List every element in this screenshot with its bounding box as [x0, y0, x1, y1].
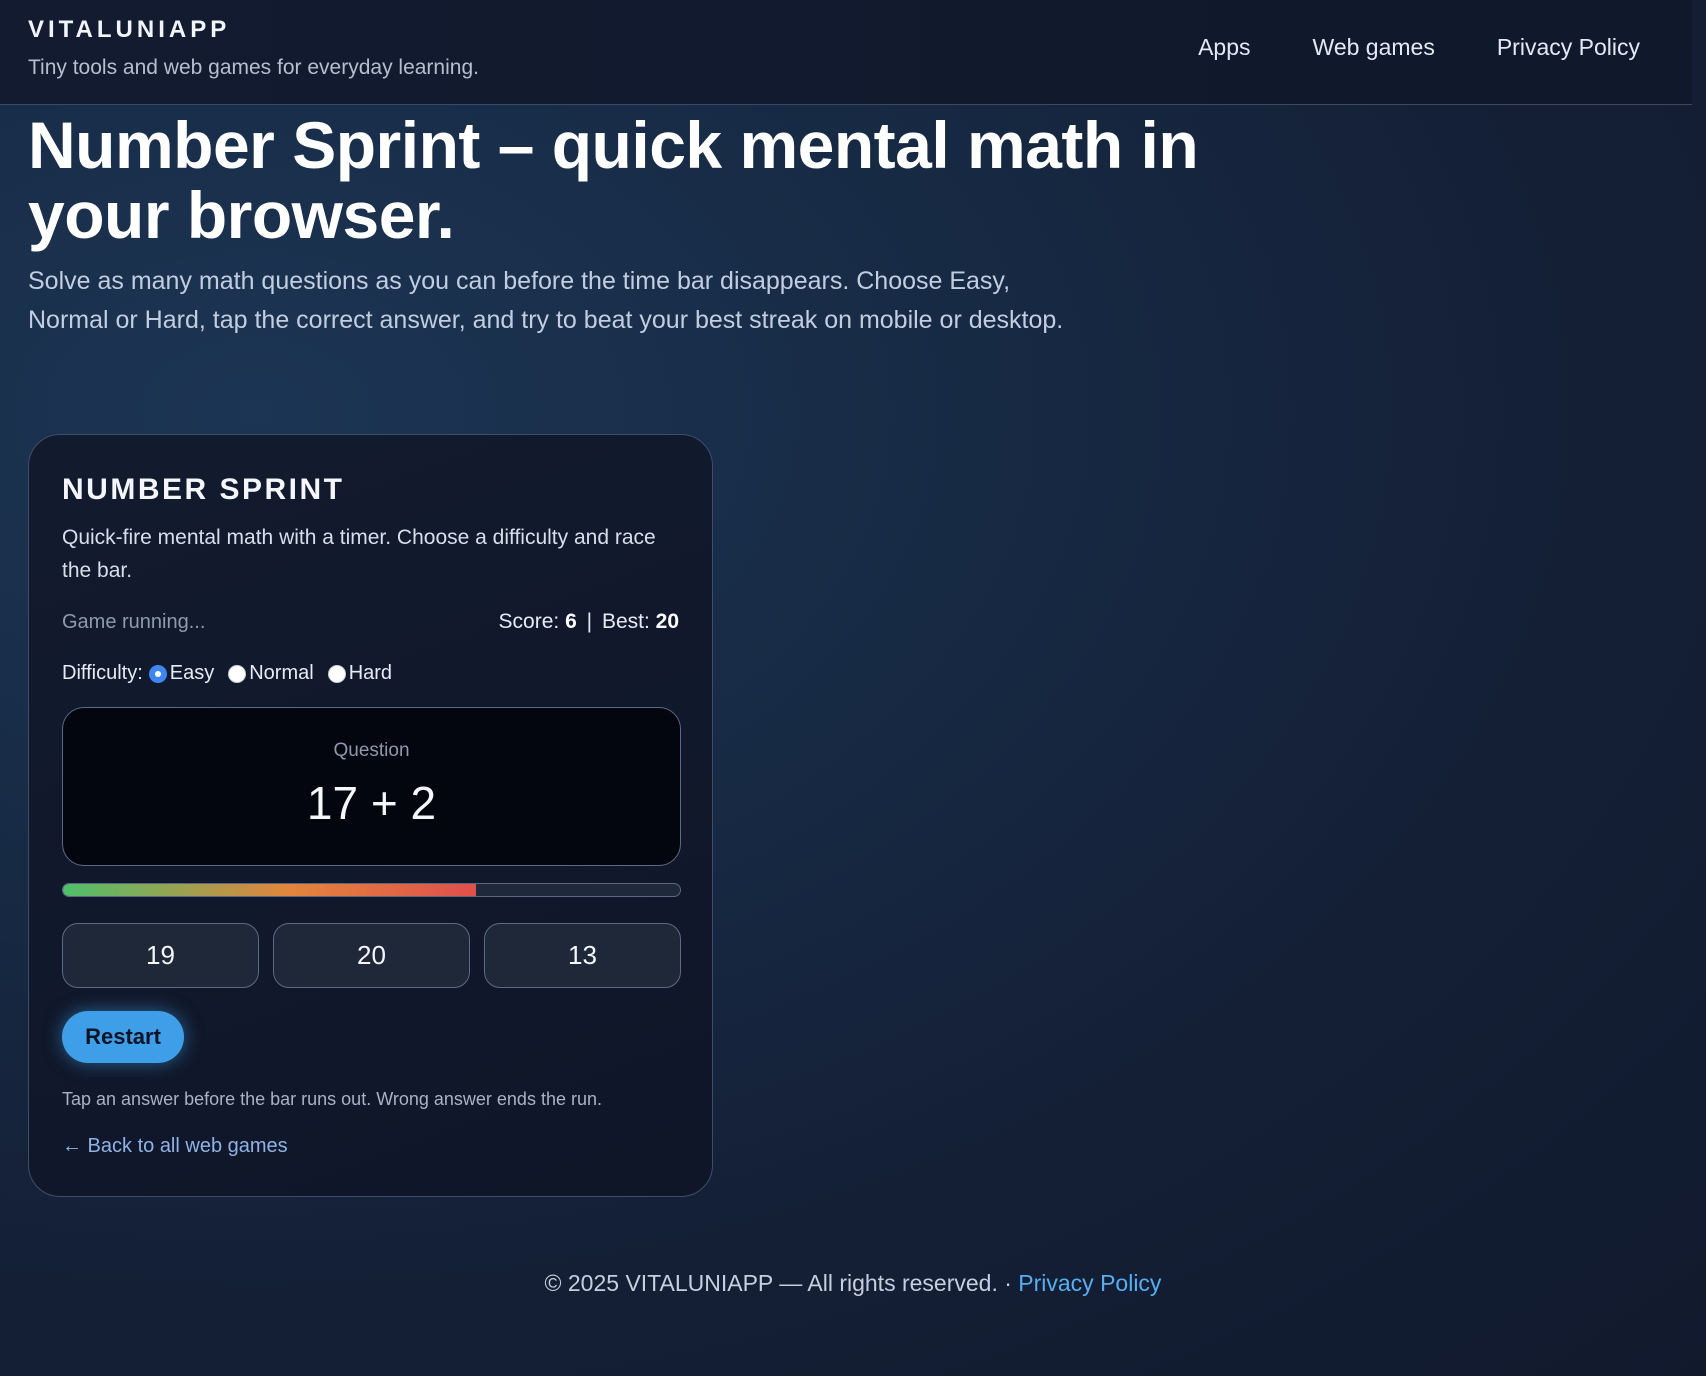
score-display: Score: 6 | Best: 20: [499, 610, 679, 634]
difficulty-option-hard[interactable]: Hard: [327, 662, 393, 685]
brand-tagline: Tiny tools and web games for everyday le…: [28, 56, 479, 79]
game-title: NUMBER SPRINT: [62, 473, 345, 506]
back-to-games-link[interactable]: ← Back to all web games: [62, 1135, 288, 1158]
game-status: Game running...: [62, 611, 206, 633]
site-footer: © 2025 VITALUNIAPP — All rights reserved…: [0, 1270, 1706, 1297]
answer-button[interactable]: 13: [484, 923, 681, 988]
difficulty-label: Difficulty:: [62, 662, 143, 684]
game-hint: Tap an answer before the bar runs out. W…: [62, 1089, 602, 1109]
question-panel: Question 17 + 2: [62, 707, 681, 866]
difficulty-option-label: Normal: [249, 662, 314, 684]
nav-link-apps[interactable]: Apps: [1198, 34, 1250, 61]
nav-link-web-games[interactable]: Web games: [1313, 34, 1435, 61]
footer-privacy-link[interactable]: Privacy Policy: [1018, 1270, 1161, 1296]
question-label: Question: [333, 740, 410, 761]
page-description: Solve as many math questions as you can …: [28, 267, 1064, 334]
answer-button[interactable]: 20: [273, 923, 470, 988]
difficulty-option-normal[interactable]: Normal: [228, 662, 314, 685]
difficulty-option-label: Hard: [348, 662, 393, 684]
difficulty-option-label: Easy: [169, 662, 215, 684]
page-title: Number Sprint – quick mental math in you…: [28, 108, 1199, 252]
score-label: Score:: [498, 610, 560, 633]
score-separator: |: [586, 610, 593, 633]
site-header: VITALUNIAPP Tiny tools and web games for…: [0, 0, 1692, 105]
best-value: 20: [655, 610, 679, 633]
restart-button[interactable]: Restart: [62, 1011, 184, 1063]
game-card: NUMBER SPRINT Quick-fire mental math wit…: [28, 434, 713, 1197]
best-label: Best:: [601, 610, 650, 633]
answer-options: 19 20 13: [62, 923, 681, 988]
radio-easy[interactable]: [148, 664, 167, 683]
timer-bar-fill: [63, 884, 477, 896]
radio-hard[interactable]: [327, 664, 346, 683]
main-nav: Apps Web games Privacy Policy: [1198, 34, 1640, 61]
copyright-text: © 2025 VITALUNIAPP — All rights reserved…: [544, 1270, 1012, 1296]
question-text: 17 + 2: [306, 777, 437, 829]
game-description: Quick-fire mental math with a timer. Cho…: [62, 526, 656, 582]
timer-bar: [62, 883, 681, 897]
difficulty-option-easy[interactable]: Easy: [148, 662, 215, 685]
nav-link-privacy-policy[interactable]: Privacy Policy: [1497, 34, 1640, 61]
score-value: 6: [565, 610, 577, 633]
difficulty-selector: Difficulty: Easy Normal Hard: [62, 662, 406, 685]
radio-normal[interactable]: [228, 664, 247, 683]
answer-button[interactable]: 19: [62, 923, 259, 988]
brand-logo[interactable]: VITALUNIAPP: [28, 16, 230, 44]
